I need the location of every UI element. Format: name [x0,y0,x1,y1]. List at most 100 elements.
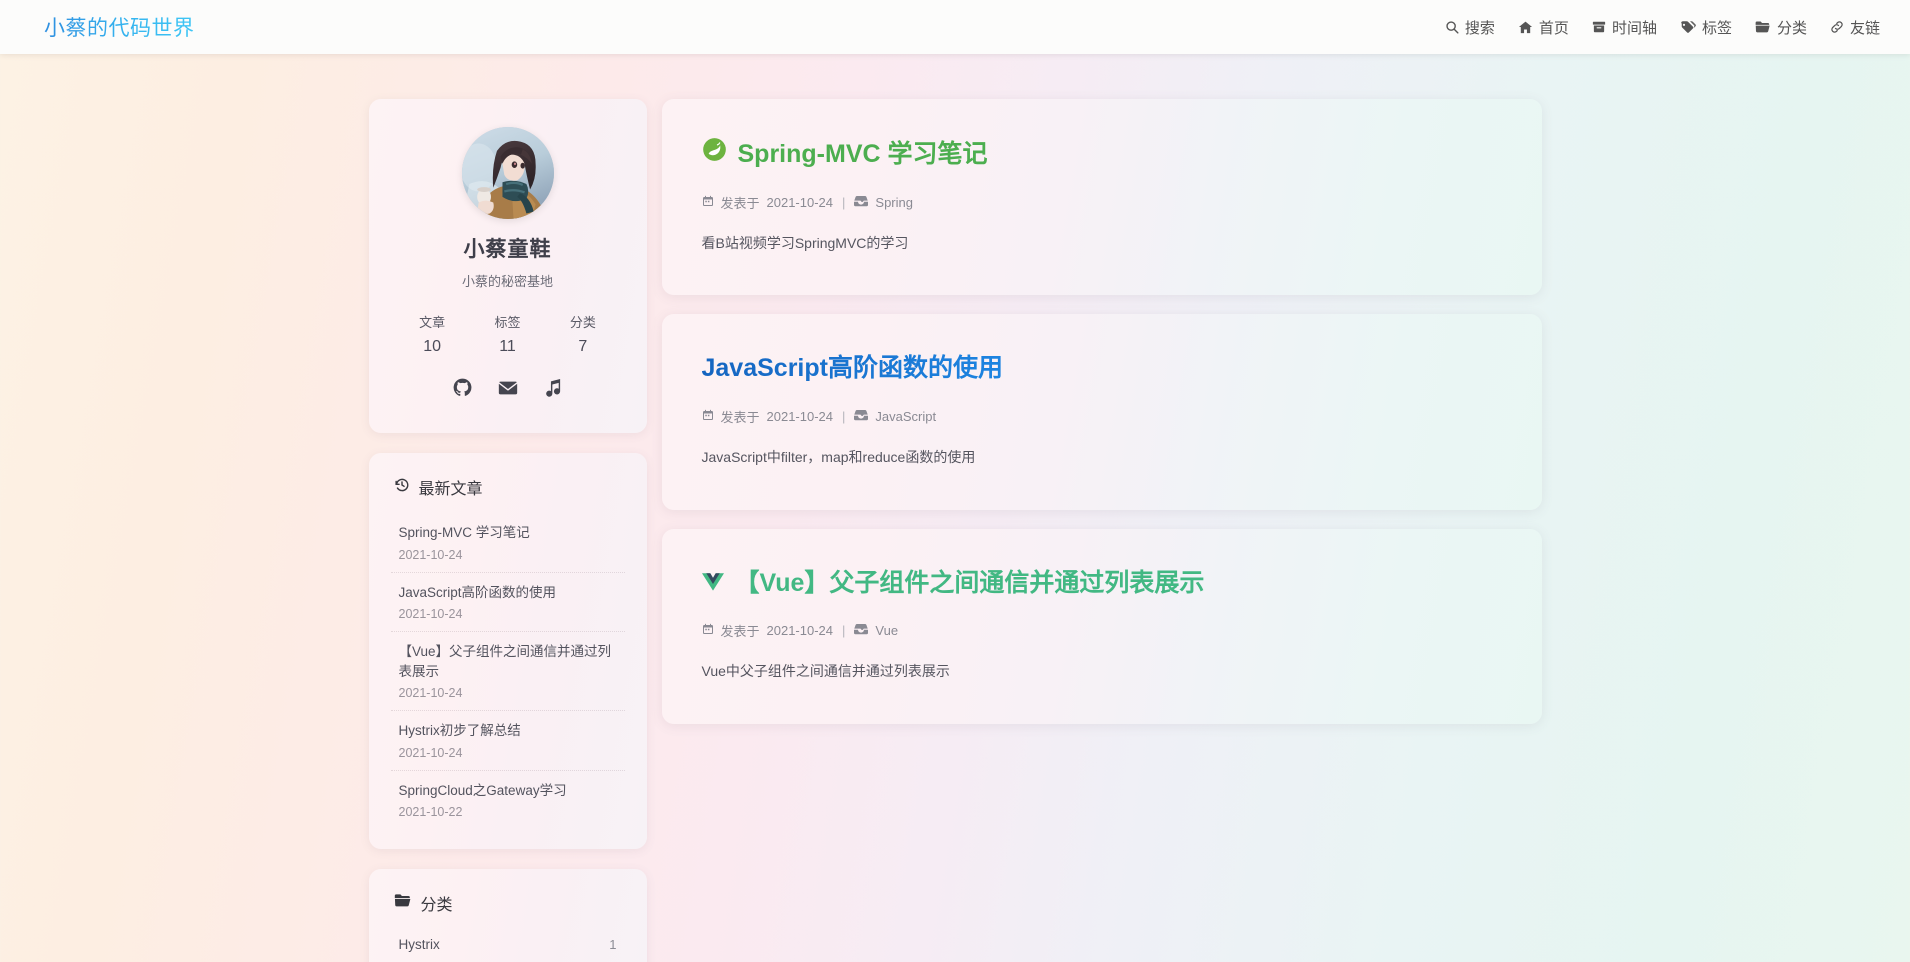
inbox-icon [854,195,869,210]
post-excerpt: 看B站视频学习SpringMVC的学习 [701,234,909,251]
stat-label: 分类 [569,315,596,330]
post-meta-prefix: 发表于 [720,409,760,425]
author-name: 小蔡童鞋 [463,238,552,261]
recent-post-item[interactable]: JavaScript高阶函数的使用 2021-10-24 [390,573,625,633]
stat-value: 7 [578,338,588,355]
nav-item-search[interactable]: 搜索 [1445,17,1495,38]
recent-post-item[interactable]: Spring-MVC 学习笔记 2021-10-24 [390,513,625,573]
spring-logo-icon [702,137,727,171]
nav-item-friends[interactable]: 友链 [1830,17,1880,38]
post-meta: 发表于 2021-10-24 | Vue [702,621,1502,640]
calendar-icon [702,623,714,638]
post-title-text: Spring-MVC 学习笔记 [737,139,988,168]
vue-logo-icon [701,567,724,600]
link-icon [1830,20,1844,34]
stat-categories[interactable]: 分类 7 [570,312,596,356]
meta-separator: | [842,194,846,210]
nav-label: 分类 [1776,19,1807,37]
recent-posts-widget: 最新文章 Spring-MVC 学习笔记 2021-10-24 JavaScri… [368,453,647,850]
history-icon [394,477,410,498]
post-meta: 发表于 2021-10-24 | JavaScript [702,407,1502,426]
recent-posts-title: 最新文章 [391,475,625,499]
recent-post-date: 2021-10-22 [398,805,463,820]
tag-icon [1680,20,1696,34]
folder-icon [394,893,412,913]
nav-item-archive[interactable]: 时间轴 [1592,17,1657,38]
profile-stats: 文章 10 标签 11 分类 7 [389,312,627,356]
nav-item-tags[interactable]: 标签 [1680,17,1732,38]
post-card: 【Vue】父子组件之间通信并通过列表展示 发表于 2021-10-24 | Vu… [661,528,1542,724]
post-category[interactable]: Spring [875,195,913,210]
post-meta-prefix: 发表于 [720,195,760,211]
music-icon[interactable] [544,378,562,403]
sidebar: 小蔡童鞋 小蔡的秘密基地 文章 10 标签 11 分类 7 最新文章 Sprin… [368,99,647,962]
post-card: Spring-MVC 学习笔记 发表于 2021-10-24 | Spring … [661,99,1542,296]
post-list: Spring-MVC 学习笔记 发表于 2021-10-24 | Spring … [661,99,1542,724]
category-count: 1 [609,937,617,953]
post-category[interactable]: Vue [875,623,898,638]
avatar-illustration [461,127,554,219]
stat-label: 文章 [419,315,446,330]
categories-widget: 分类 Hystrix 1 [368,869,647,962]
widget-title-label: 最新文章 [418,481,483,498]
inbox-icon [854,409,869,424]
stat-value: 11 [499,338,516,355]
post-excerpt: JavaScript中filter，map和reduce函数的使用 [701,448,976,465]
categories-title: 分类 [391,891,625,915]
stat-label: 标签 [494,315,521,330]
post-date: 2021-10-24 [766,194,834,210]
post-title-link[interactable]: 【Vue】父子组件之间通信并通过列表展示 [701,567,1502,600]
post-excerpt: Vue中父子组件之间通信并通过列表展示 [701,663,950,680]
nav-label: 搜索 [1464,19,1495,37]
author-bio: 小蔡的秘密基地 [461,274,553,289]
recent-post-item[interactable]: 【Vue】父子组件之间通信并通过列表展示 2021-10-24 [390,632,625,712]
post-title-link[interactable]: Spring-MVC 学习笔记 [702,137,1502,171]
post-meta-prefix: 发表于 [720,624,760,640]
nav-label: 时间轴 [1611,19,1657,37]
recent-post-title: SpringCloud之Gateway学习 [398,782,567,798]
nav-label: 标签 [1701,19,1732,37]
meta-separator: | [842,408,846,424]
folder-icon [1755,20,1771,34]
recent-post-date: 2021-10-24 [398,686,463,701]
stat-value: 10 [423,338,442,355]
github-icon[interactable] [453,378,472,403]
category-item[interactable]: Hystrix 1 [391,929,625,960]
nav-item-categories[interactable]: 分类 [1755,17,1807,38]
post-meta: 发表于 2021-10-24 | Spring [702,193,1502,212]
site-brand[interactable]: 小蔡的代码世界 [44,12,195,42]
widget-title-label: 分类 [420,897,453,915]
profile-card: 小蔡童鞋 小蔡的秘密基地 文章 10 标签 11 分类 7 [368,99,647,433]
recent-post-title: Spring-MVC 学习笔记 [398,525,530,540]
categories-list: Hystrix 1 [391,929,625,960]
recent-post-date: 2021-10-24 [398,745,463,760]
recent-post-title: JavaScript高阶函数的使用 [398,584,557,600]
recent-post-title: 【Vue】父子组件之间通信并通过列表展示 [398,644,612,679]
stat-posts[interactable]: 文章 10 [419,312,445,356]
avatar[interactable] [461,127,554,219]
top-navbar: 小蔡的代码世界 搜索 首页 时间轴 标签 分类 友链 [0,0,1910,54]
search-icon [1445,20,1459,34]
stat-tags[interactable]: 标签 11 [494,312,520,356]
calendar-icon [702,195,714,210]
post-title-text: JavaScript高阶函数的使用 [701,354,1003,383]
nav-menu: 搜索 首页 时间轴 标签 分类 友链 [1445,17,1880,38]
recent-post-date: 2021-10-24 [398,607,463,622]
nav-label: 首页 [1538,19,1569,37]
meta-separator: | [842,623,846,639]
archive-icon [1592,20,1606,34]
post-card: JavaScript高阶函数的使用 发表于 2021-10-24 | JavaS… [661,314,1542,510]
recent-post-item[interactable]: Hystrix初步了解总结 2021-10-24 [390,711,625,771]
post-category[interactable]: JavaScript [875,409,936,424]
email-icon[interactable] [498,378,518,403]
post-title-link[interactable]: JavaScript高阶函数的使用 [702,352,1502,385]
recent-post-date: 2021-10-24 [398,547,463,562]
recent-posts-list: Spring-MVC 学习笔记 2021-10-24 JavaScript高阶函… [390,513,625,830]
social-links [389,378,627,403]
page-layout: 小蔡童鞋 小蔡的秘密基地 文章 10 标签 11 分类 7 最新文章 Sprin… [0,54,1910,962]
home-icon [1518,20,1533,35]
recent-post-item[interactable]: SpringCloud之Gateway学习 2021-10-22 [391,771,625,830]
post-date: 2021-10-24 [766,408,834,424]
nav-item-home[interactable]: 首页 [1518,17,1569,38]
post-date: 2021-10-24 [766,623,834,639]
